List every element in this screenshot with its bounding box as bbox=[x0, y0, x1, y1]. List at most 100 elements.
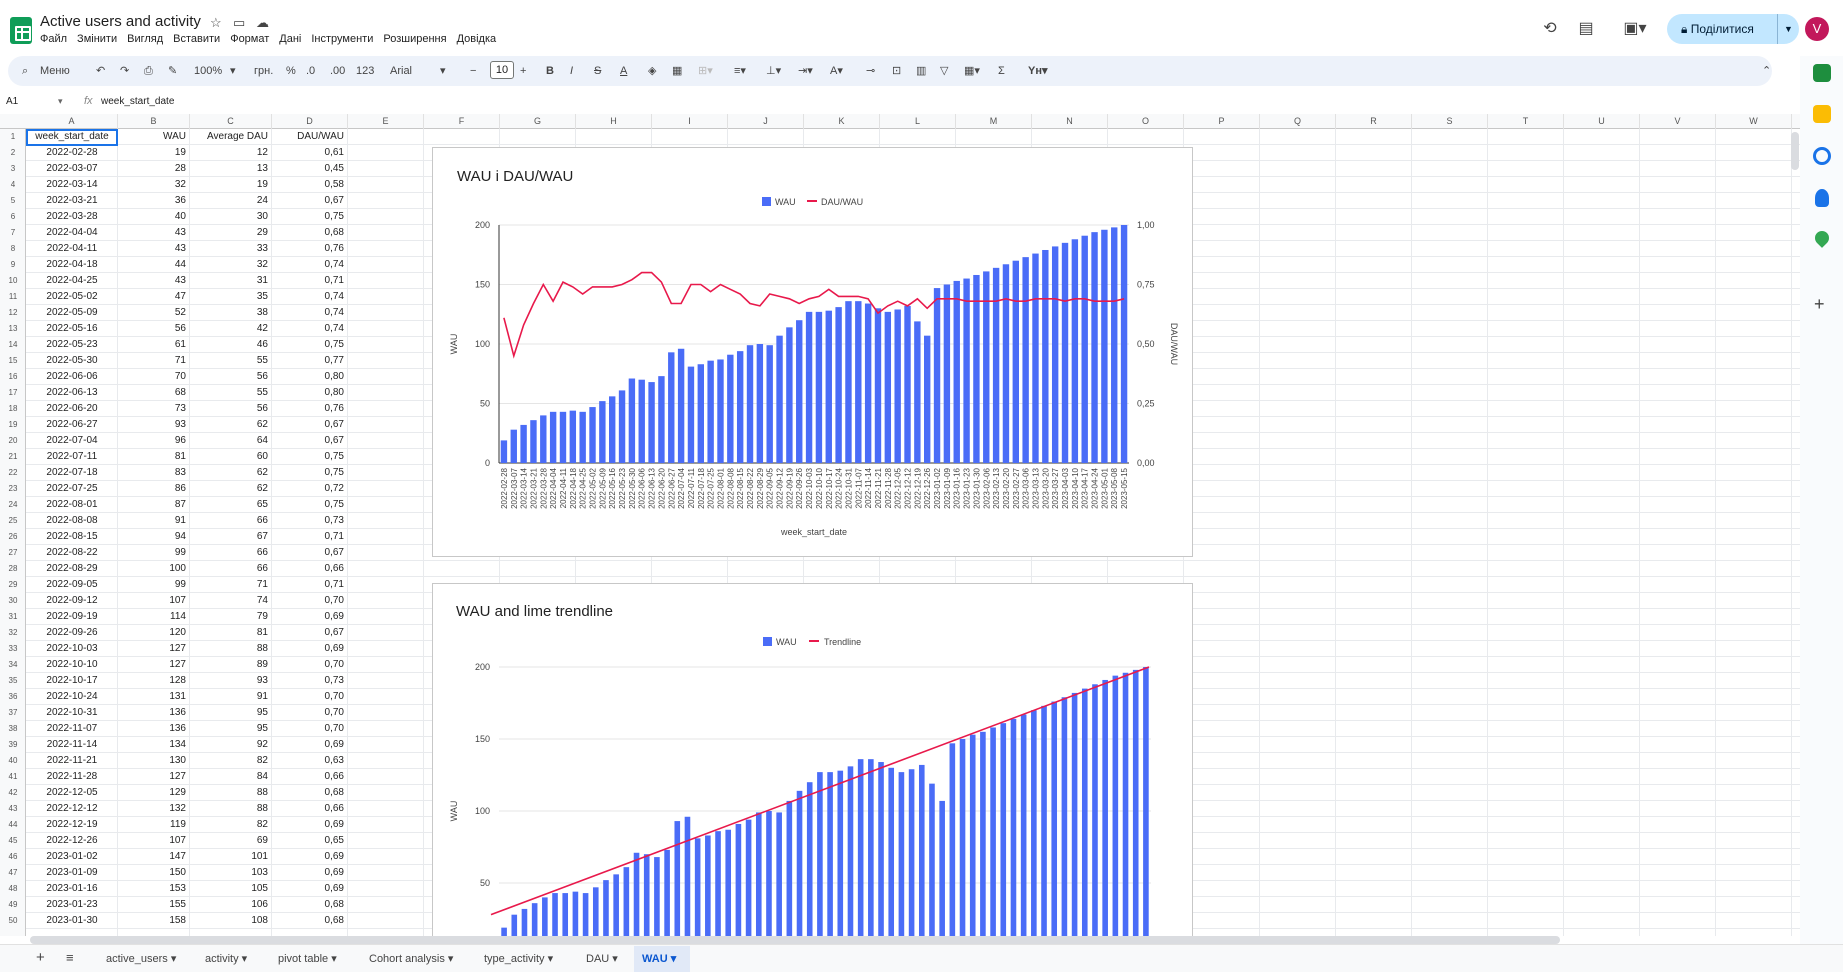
column-header-m[interactable]: M bbox=[956, 114, 1032, 129]
table-cell[interactable]: 101 bbox=[190, 849, 272, 865]
row-header[interactable]: 7 bbox=[0, 225, 26, 241]
table-cell[interactable]: 0,45 bbox=[272, 161, 348, 177]
table-cell[interactable]: 92 bbox=[190, 737, 272, 753]
table-cell[interactable]: 0,76 bbox=[272, 401, 348, 417]
percent-button[interactable]: % bbox=[286, 63, 296, 79]
table-cell[interactable]: 99 bbox=[118, 577, 190, 593]
table-cell[interactable]: 2022-06-13 bbox=[26, 385, 118, 401]
table-cell[interactable]: 106 bbox=[190, 897, 272, 913]
table-cell[interactable]: 131 bbox=[118, 689, 190, 705]
row-header[interactable]: 6 bbox=[0, 209, 26, 225]
table-cell[interactable]: 2023-01-23 bbox=[26, 897, 118, 913]
table-cell[interactable]: Average DAU bbox=[190, 129, 272, 145]
document-title[interactable]: Active users and activity bbox=[40, 13, 201, 30]
row-header[interactable]: 47 bbox=[0, 865, 26, 881]
row-header[interactable]: 30 bbox=[0, 593, 26, 609]
table-cell[interactable]: 36 bbox=[118, 193, 190, 209]
table-cell[interactable]: 55 bbox=[190, 385, 272, 401]
font-select[interactable]: Arial bbox=[390, 63, 412, 79]
table-cell[interactable]: 2022-08-15 bbox=[26, 529, 118, 545]
table-cell[interactable]: 100 bbox=[118, 561, 190, 577]
column-header-d[interactable]: D bbox=[272, 114, 348, 129]
row-header[interactable]: 8 bbox=[0, 241, 26, 257]
column-header-e[interactable]: E bbox=[348, 114, 424, 129]
row-header[interactable]: 4 bbox=[0, 177, 26, 193]
formula-input[interactable]: week_start_date bbox=[101, 96, 174, 107]
table-cell[interactable]: 2022-10-31 bbox=[26, 705, 118, 721]
share-button[interactable]: 🔒︎ Поділитися ▼ bbox=[1667, 14, 1799, 44]
row-header[interactable]: 1 bbox=[0, 129, 26, 145]
column-header-j[interactable]: J bbox=[728, 114, 804, 129]
chevron-down-icon[interactable]: ▾ bbox=[230, 63, 236, 79]
bold-icon[interactable]: B bbox=[546, 63, 554, 79]
table-cell[interactable]: 2022-09-26 bbox=[26, 625, 118, 641]
column-header-v[interactable]: V bbox=[1640, 114, 1716, 129]
menu-help[interactable]: Довідка bbox=[457, 33, 497, 49]
table-cell[interactable]: 19 bbox=[190, 177, 272, 193]
keep-icon[interactable] bbox=[1813, 105, 1831, 123]
row-header[interactable]: 41 bbox=[0, 769, 26, 785]
column-header-c[interactable]: C bbox=[190, 114, 272, 129]
table-cell[interactable]: 87 bbox=[118, 497, 190, 513]
column-header-t[interactable]: T bbox=[1488, 114, 1564, 129]
table-cell[interactable]: 0,67 bbox=[272, 433, 348, 449]
row-header[interactable]: 26 bbox=[0, 529, 26, 545]
table-cell[interactable]: 0,76 bbox=[272, 241, 348, 257]
table-cell[interactable]: 46 bbox=[190, 337, 272, 353]
paint-format-icon[interactable]: ✎ bbox=[168, 63, 177, 79]
table-cell[interactable]: 62 bbox=[190, 417, 272, 433]
table-cell[interactable]: 83 bbox=[118, 465, 190, 481]
table-cell[interactable]: 70 bbox=[118, 369, 190, 385]
table-cell[interactable]: 0,67 bbox=[272, 193, 348, 209]
table-cell[interactable]: 65 bbox=[190, 497, 272, 513]
table-cell[interactable]: 2022-04-11 bbox=[26, 241, 118, 257]
table-cell[interactable]: 84 bbox=[190, 769, 272, 785]
table-cell[interactable]: 0,73 bbox=[272, 673, 348, 689]
table-cell[interactable]: 2022-10-24 bbox=[26, 689, 118, 705]
table-cell[interactable]: 0,77 bbox=[272, 353, 348, 369]
column-header-s[interactable]: S bbox=[1412, 114, 1488, 129]
table-cell[interactable]: 0,70 bbox=[272, 593, 348, 609]
search-icon[interactable]: ⌕ bbox=[22, 63, 28, 79]
name-box-dropdown-icon[interactable]: ▾ bbox=[58, 96, 63, 107]
table-cell[interactable]: 120 bbox=[118, 625, 190, 641]
fill-color-icon[interactable]: ◈ bbox=[648, 63, 656, 79]
table-cell[interactable]: 42 bbox=[190, 321, 272, 337]
table-cell[interactable]: 86 bbox=[118, 481, 190, 497]
column-header-r[interactable]: R bbox=[1336, 114, 1412, 129]
table-cell[interactable]: 28 bbox=[118, 161, 190, 177]
table-cell[interactable]: 2022-04-25 bbox=[26, 273, 118, 289]
column-header-o[interactable]: O bbox=[1108, 114, 1184, 129]
row-header[interactable]: 45 bbox=[0, 833, 26, 849]
text-wrap-icon[interactable]: ⇥▾ bbox=[798, 63, 813, 79]
table-cell[interactable]: 127 bbox=[118, 657, 190, 673]
decrease-decimal-button[interactable]: .0 bbox=[306, 63, 315, 79]
table-cell[interactable]: 0,61 bbox=[272, 145, 348, 161]
avatar[interactable]: V bbox=[1805, 17, 1829, 41]
table-cell[interactable]: 2022-12-05 bbox=[26, 785, 118, 801]
table-cell[interactable]: 0,75 bbox=[272, 449, 348, 465]
table-cell[interactable]: 2022-10-03 bbox=[26, 641, 118, 657]
row-header[interactable]: 5 bbox=[0, 193, 26, 209]
row-header[interactable]: 10 bbox=[0, 273, 26, 289]
table-cell[interactable]: 0,70 bbox=[272, 689, 348, 705]
row-header[interactable]: 33 bbox=[0, 641, 26, 657]
table-cell[interactable]: 114 bbox=[118, 609, 190, 625]
table-cell[interactable]: 81 bbox=[118, 449, 190, 465]
row-header[interactable]: 12 bbox=[0, 305, 26, 321]
table-cell[interactable]: 56 bbox=[190, 401, 272, 417]
row-header[interactable]: 24 bbox=[0, 497, 26, 513]
menu-edit[interactable]: Змінити bbox=[77, 33, 117, 49]
table-cell[interactable]: 2022-09-12 bbox=[26, 593, 118, 609]
filter-views-icon[interactable]: ▦▾ bbox=[964, 63, 980, 79]
table-cell[interactable]: 2023-01-16 bbox=[26, 881, 118, 897]
table-cell[interactable]: 130 bbox=[118, 753, 190, 769]
table-cell[interactable]: 96 bbox=[118, 433, 190, 449]
row-header[interactable]: 50 bbox=[0, 913, 26, 929]
table-cell[interactable]: 2022-03-07 bbox=[26, 161, 118, 177]
chart-wau-trendline[interactable]: WAU and lime trendline WAU Trendline 50 100 1… bbox=[432, 583, 1193, 955]
table-cell[interactable]: 62 bbox=[190, 481, 272, 497]
menu-format[interactable]: Формат bbox=[230, 33, 269, 49]
table-cell[interactable]: 0,68 bbox=[272, 913, 348, 929]
table-cell[interactable]: 128 bbox=[118, 673, 190, 689]
